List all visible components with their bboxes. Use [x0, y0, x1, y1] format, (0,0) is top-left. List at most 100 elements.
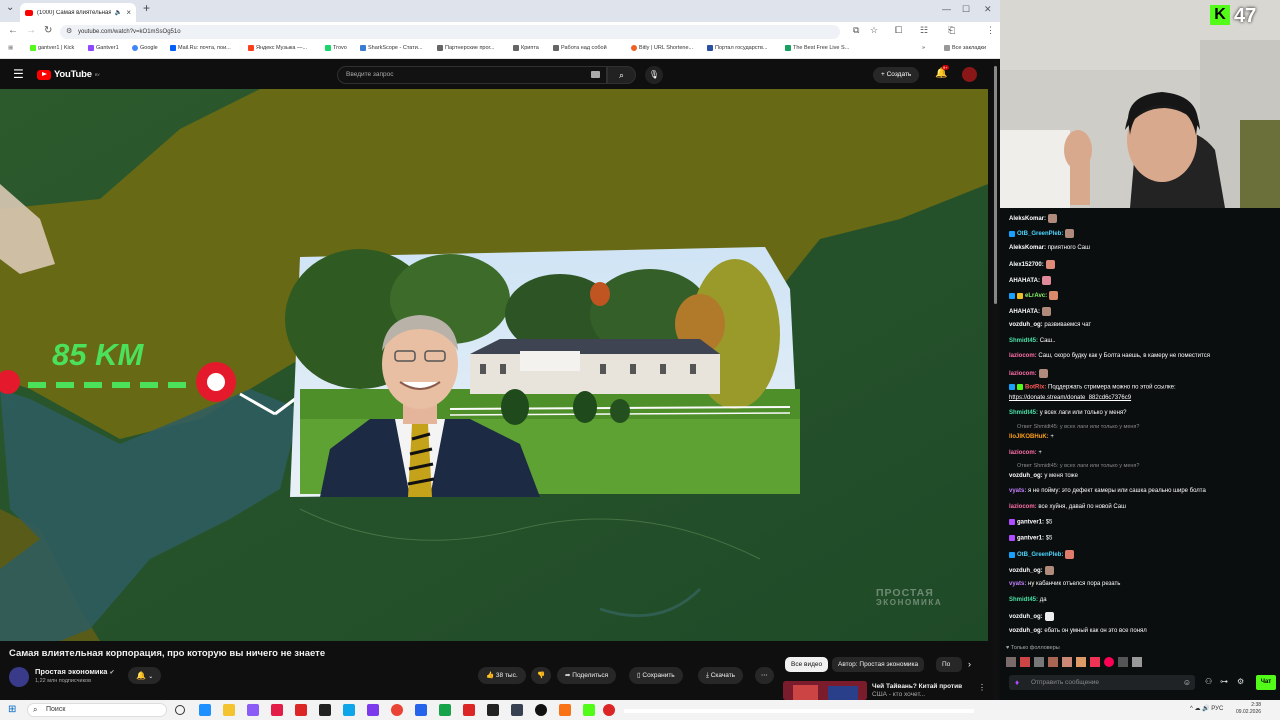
app-icon[interactable] — [415, 704, 427, 716]
voice-search-icon[interactable]: 🎙 — [645, 66, 663, 84]
app-icon[interactable] — [535, 704, 547, 716]
chat-username[interactable]: gantver1: — [1017, 536, 1044, 542]
app-icon[interactable] — [603, 704, 615, 716]
chat-username[interactable]: AleksKomar: — [1009, 216, 1046, 222]
bookmark-item[interactable]: gantver1 | Kick — [30, 45, 74, 51]
rec-more-icon[interactable]: ⋮ — [978, 683, 986, 692]
chat-username[interactable]: laziocom: — [1009, 371, 1037, 377]
bookmark-item[interactable]: Google — [132, 45, 158, 51]
app-icon[interactable] — [559, 704, 571, 716]
chat-username[interactable]: vozduh_og: — [1009, 614, 1043, 620]
create-button[interactable]: + Создать — [873, 67, 920, 83]
tab-search-icon[interactable]: ⌄ — [6, 2, 14, 13]
taskbar-window-preview[interactable] — [624, 709, 974, 713]
bookmark-item[interactable]: Trovo — [325, 45, 347, 51]
app-icon[interactable] — [583, 704, 595, 716]
bookmark-item[interactable]: Mail.Ru: почта, пои... — [170, 45, 231, 51]
chat-username[interactable]: lloJIKOBHuK: — [1009, 434, 1049, 440]
chat-username[interactable]: АНАНАТА: — [1009, 278, 1040, 284]
chevron-right-icon[interactable]: › — [968, 659, 971, 669]
chip-by-author[interactable]: Автор: Простая экономика — [832, 657, 925, 672]
hamburger-menu-icon[interactable]: ☰ — [13, 67, 24, 81]
chat-username[interactable]: Shmidt45: — [1009, 338, 1038, 344]
recommended-title[interactable]: Чей Тайвань? Китай против США - кто хоче… — [872, 683, 977, 699]
chat-username[interactable]: Shmidt45: — [1009, 410, 1038, 416]
tab-youtube[interactable]: (1000) Самая влиятельная... 🔈 × — [20, 3, 136, 22]
chat-username[interactable]: OtB_GreenPleb: — [1017, 552, 1063, 558]
tab-close-icon[interactable]: × — [126, 8, 131, 17]
recommended-thumbnail[interactable] — [783, 681, 867, 700]
bookmark-item[interactable]: The Best Free Live S... — [785, 45, 849, 51]
app-icon[interactable] — [487, 704, 499, 716]
search-button[interactable]: ⌕ — [607, 66, 636, 84]
chat-message-input[interactable]: ♦ Отправить сообщение ☺ — [1009, 675, 1195, 690]
bookmark-item[interactable]: Gantver1 — [88, 45, 119, 51]
speaker-icon[interactable]: 🔈 — [115, 9, 122, 16]
channel-avatar[interactable] — [9, 667, 29, 687]
download-button[interactable]: ⤓ Скачать — [698, 667, 744, 684]
emote-bar[interactable] — [1006, 655, 1156, 669]
file-explorer-icon[interactable] — [223, 704, 235, 716]
edge-icon[interactable] — [343, 704, 355, 716]
app-icon[interactable] — [199, 704, 211, 716]
chat-username[interactable]: vyats: — [1009, 488, 1026, 494]
browser-menu-icon[interactable]: ⋮ — [986, 25, 995, 36]
bookmark-item[interactable]: Крипта — [513, 45, 539, 51]
reload-icon[interactable]: ↻ — [44, 25, 52, 36]
chrome-icon[interactable] — [391, 704, 403, 716]
chat-username[interactable]: vozduh_og: — [1009, 628, 1043, 634]
chat-username[interactable]: Alex152700: — [1009, 262, 1044, 268]
like-button[interactable]: 👍 38 тыс. — [478, 667, 526, 684]
chat-username[interactable]: vozduh_og: — [1009, 473, 1043, 479]
site-info-icon[interactable]: ⚙ — [66, 25, 72, 39]
task-view-icon[interactable] — [175, 705, 185, 715]
chat-settings-icon[interactable]: ⚙ — [1237, 677, 1244, 686]
bookmark-item[interactable]: Работа над собой — [553, 45, 607, 51]
apps-icon[interactable]: ▦ — [8, 45, 13, 51]
app-icon[interactable] — [439, 704, 451, 716]
app-icon[interactable] — [247, 704, 259, 716]
back-icon[interactable]: ← — [8, 25, 18, 36]
emoji-icon[interactable]: ☺ — [1183, 675, 1191, 690]
system-tray[interactable]: ^ ☁ 🔊 РУС — [1190, 705, 1223, 712]
youtube-logo[interactable]: YouTube BY — [37, 69, 100, 80]
minimize-icon[interactable]: — — [942, 4, 951, 14]
chat-username[interactable]: laziocom: — [1009, 353, 1037, 359]
tab-search-icon[interactable]: ☷ — [920, 25, 928, 36]
chat-toggle-icon[interactable]: ⊶ — [1220, 677, 1228, 686]
video-player[interactable]: 85 KM — [0, 89, 988, 641]
donate-link[interactable]: https://donate.stream/donate_882cd6c7376… — [1009, 395, 1131, 401]
more-actions-button[interactable]: ⋯ — [755, 667, 774, 684]
chat-mode-icon[interactable]: ⚇ — [1205, 677, 1212, 686]
account-avatar[interactable] — [962, 67, 977, 82]
bookmark-item[interactable]: Партнерские прог... — [437, 45, 494, 51]
taskbar-search[interactable]: ⌕ Поиск — [27, 703, 167, 717]
app-icon[interactable] — [295, 704, 307, 716]
close-window-icon[interactable]: ✕ — [984, 4, 992, 15]
chat-username[interactable]: eLrAvc: — [1025, 293, 1047, 299]
save-button[interactable]: ▯ Сохранить — [629, 667, 683, 684]
chat-username[interactable]: AleksKomar: — [1009, 245, 1046, 251]
scrollbar-thumb[interactable] — [994, 66, 997, 304]
dislike-button[interactable]: 👎 — [531, 667, 552, 684]
language-indicator[interactable]: РУС — [1211, 706, 1223, 712]
chat-username[interactable]: gantver1: — [1017, 520, 1044, 526]
bookmark-item[interactable]: Портал государств... — [707, 45, 768, 51]
install-app-icon[interactable]: ⧉ — [853, 25, 859, 36]
bookmark-item[interactable]: Bitly | URL Shortene... — [631, 45, 693, 51]
taskbar-clock[interactable]: 2:38 09.02.2026 — [1236, 702, 1261, 716]
app-icon[interactable] — [271, 704, 283, 716]
subscribed-bell-button[interactable]: 🔔 ⌄ — [128, 667, 162, 684]
chat-username[interactable]: OtB_GreenPleb: — [1017, 231, 1063, 237]
channel-name[interactable]: Простая экономика ✔ — [35, 667, 115, 676]
bookmark-item[interactable]: Яндекс Музыка —... — [248, 45, 307, 51]
app-icon[interactable] — [367, 704, 379, 716]
forward-icon[interactable]: → — [26, 25, 36, 36]
chat-username[interactable]: АНАНАТА: — [1009, 309, 1040, 315]
chat-username[interactable]: laziocom: — [1009, 504, 1037, 510]
bookmark-star-icon[interactable]: ☆ — [870, 25, 878, 36]
chat-username[interactable]: Shmidt45: — [1009, 597, 1038, 603]
chip-all-videos[interactable]: Все видео — [785, 657, 829, 672]
all-bookmarks[interactable]: Все закладки — [944, 45, 986, 51]
app-icon[interactable] — [319, 704, 331, 716]
